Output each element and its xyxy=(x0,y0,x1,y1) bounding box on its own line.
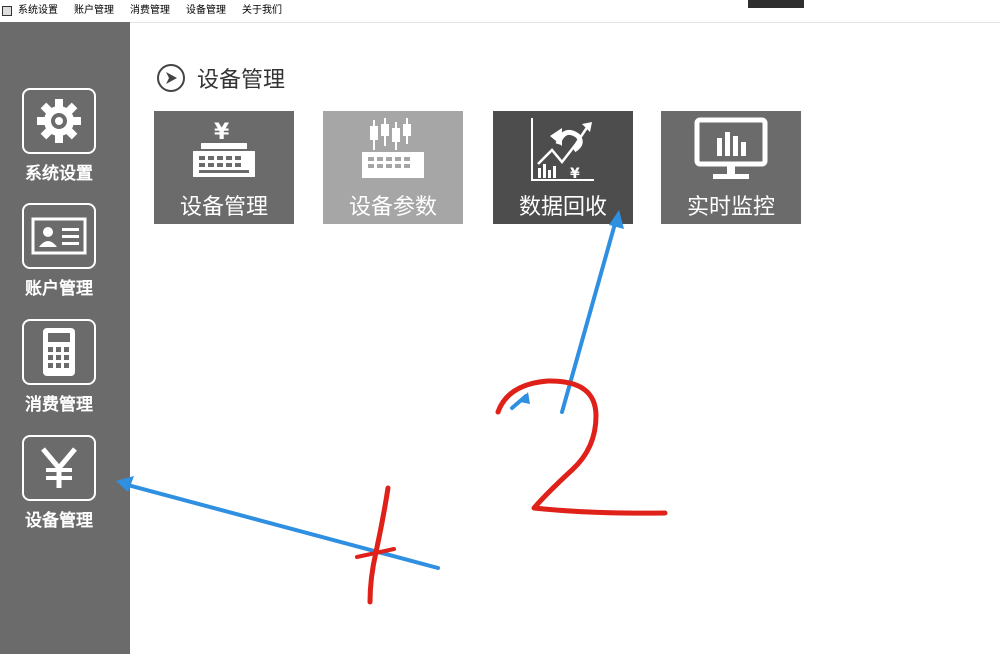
yen-icon xyxy=(22,435,96,501)
arrow-annotation xyxy=(510,392,530,410)
arrow-annotation xyxy=(116,476,440,570)
tile-label: 设备管理 xyxy=(179,195,268,220)
sidebar-item-device-management[interactable]: 设备管理 xyxy=(14,435,104,531)
tile-realtime-monitor[interactable]: 实时监控 xyxy=(661,111,801,224)
tile-device-management[interactable]: ¥ 设备管理 xyxy=(154,111,294,224)
gear-icon xyxy=(22,88,96,154)
id-card-icon xyxy=(22,203,96,269)
sidebar-item-label: 系统设置 xyxy=(25,164,93,184)
svg-text:¥: ¥ xyxy=(570,166,580,182)
cash-register-icon: ¥ xyxy=(189,111,259,187)
page-title-text: 设备管理 xyxy=(197,68,286,93)
titlebar-dark-block xyxy=(748,0,804,8)
menu-bar: 系统设置 账户管理 消费管理 设备管理 关于我们 xyxy=(0,0,1000,23)
tile-label: 设备参数 xyxy=(348,195,437,220)
annotation-overlay xyxy=(116,210,668,605)
sidebar-item-label: 账户管理 xyxy=(25,279,93,299)
tile-device-parameters[interactable]: 设备参数 xyxy=(323,111,463,224)
menu-about-us[interactable]: 关于我们 xyxy=(242,0,282,22)
tile-data-recovery[interactable]: ¥ 数据回收 xyxy=(493,111,633,224)
app-icon xyxy=(2,6,12,16)
menu-system-settings[interactable]: 系统设置 xyxy=(18,0,58,22)
menu-account-management[interactable]: 账户管理 xyxy=(74,0,114,22)
tile-label: 数据回收 xyxy=(518,195,607,220)
menu-device-management[interactable]: 设备管理 xyxy=(186,0,226,22)
sidebar-item-system-settings[interactable]: 系统设置 xyxy=(14,88,104,184)
sidebar-item-consumption-management[interactable]: 消费管理 xyxy=(14,319,104,415)
sidebar-item-account-management[interactable]: 账户管理 xyxy=(14,203,104,299)
number-annotation xyxy=(495,378,668,516)
calculator-icon xyxy=(22,319,96,385)
sidebar-item-label: 设备管理 xyxy=(25,511,93,531)
sidebar-item-label: 消费管理 xyxy=(25,395,93,415)
data-recovery-icon: ¥ xyxy=(528,111,598,187)
number-annotation xyxy=(355,485,396,605)
play-circle-icon xyxy=(157,64,185,92)
tile-label: 实时监控 xyxy=(686,195,775,220)
monitor-icon xyxy=(693,111,769,187)
menu-consumption-management[interactable]: 消费管理 xyxy=(130,0,170,22)
svg-text:¥: ¥ xyxy=(214,120,230,145)
arrow-annotation xyxy=(560,210,624,414)
page-title: 设备管理 xyxy=(157,62,285,94)
sidebar: 系统设置 账户管理 消费管理 设备管理 xyxy=(0,22,130,654)
register-chart-icon xyxy=(358,111,428,187)
